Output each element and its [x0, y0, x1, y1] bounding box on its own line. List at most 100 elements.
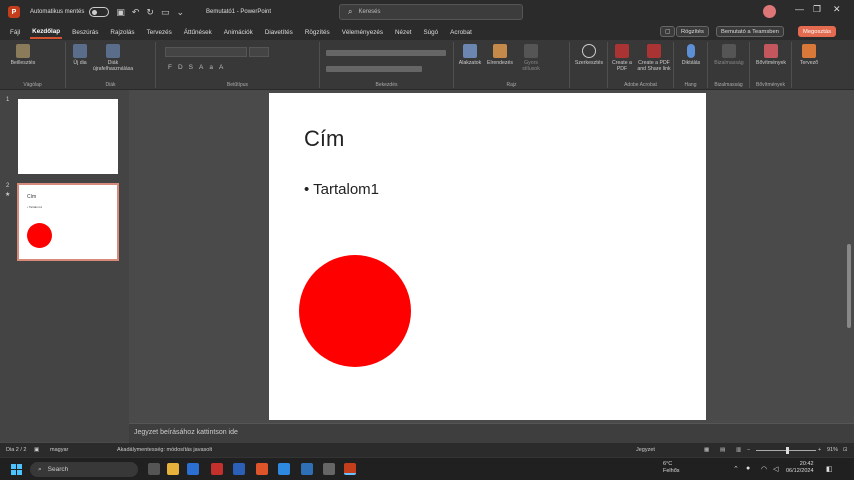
- tab-help[interactable]: Súgó: [421, 27, 440, 38]
- tab-animations[interactable]: Animációk: [222, 27, 255, 38]
- designer-button[interactable]: Tervező: [794, 44, 824, 66]
- tab-acrobat[interactable]: Acrobat: [448, 27, 474, 38]
- slide-sorter-icon[interactable]: ▤: [720, 447, 725, 453]
- word-icon[interactable]: [233, 463, 245, 475]
- fit-slide-icon[interactable]: ⊡: [843, 447, 848, 453]
- vscode-icon[interactable]: [278, 463, 290, 475]
- reading-view-icon[interactable]: ▥: [736, 447, 741, 453]
- volume-icon[interactable]: ◁: [773, 465, 778, 473]
- network-app-icon[interactable]: [301, 463, 313, 475]
- zoom-slider-handle[interactable]: [786, 447, 789, 454]
- windows-start-icon[interactable]: [11, 464, 22, 475]
- powerpoint-logo-icon: P: [8, 6, 20, 18]
- acrobat-icon[interactable]: [211, 463, 223, 475]
- group-sensitivity-label: Bizalmasság: [714, 82, 743, 88]
- teams-present-label: Bemutató a Teamsben: [721, 28, 779, 35]
- tab-draw[interactable]: Rajzolás: [108, 27, 136, 38]
- zoom-level[interactable]: 91%: [827, 447, 838, 453]
- language[interactable]: magyar: [50, 447, 68, 453]
- search-placeholder: Keresés: [358, 9, 381, 15]
- tab-view[interactable]: Nézet: [393, 27, 413, 38]
- minimize-icon[interactable]: —: [795, 4, 804, 14]
- alignment-buttons[interactable]: [326, 66, 422, 72]
- close-icon[interactable]: ✕: [833, 4, 841, 15]
- group-drawing: Alakzatok Elrendezés Gyors stílusok Rajz: [454, 42, 570, 88]
- share-label: Megosztás: [803, 28, 832, 35]
- addins-button[interactable]: Bővítmények: [752, 44, 790, 66]
- designer-label: Tervező: [799, 60, 819, 66]
- notes-toggle[interactable]: Jegyzet: [636, 447, 655, 453]
- font-family-select[interactable]: [165, 47, 247, 57]
- maximize-icon[interactable]: ❐: [813, 4, 821, 15]
- record-button[interactable]: Rögzítés: [676, 26, 709, 37]
- brave-browser-icon[interactable]: [256, 463, 268, 475]
- font-format-buttons[interactable]: FDSAaA: [168, 64, 229, 71]
- editing-button[interactable]: Szerkesztés: [571, 44, 607, 66]
- tab-insert[interactable]: Beszúrás: [70, 27, 100, 38]
- font-size-select[interactable]: [249, 47, 269, 57]
- share-button[interactable]: Megosztás: [798, 26, 837, 37]
- thumbnail-number-1: 1: [6, 97, 10, 103]
- arrange-button[interactable]: Elrendezés: [484, 44, 516, 66]
- teams-present-button[interactable]: Bemutató a Teamsben: [716, 26, 784, 37]
- accessibility-status[interactable]: Akadálymentesség: módosítás javasolt: [117, 447, 212, 453]
- zoom-out-icon[interactable]: −: [747, 447, 750, 453]
- customize-qat-icon[interactable]: ⌄: [176, 7, 184, 18]
- autosave-toggle[interactable]: [89, 7, 110, 17]
- file-explorer-icon[interactable]: [167, 463, 179, 475]
- arrange-label: Elrendezés: [487, 60, 513, 66]
- undo-icon[interactable]: ↶: [132, 7, 140, 18]
- list-buttons[interactable]: [326, 50, 446, 56]
- group-acrobat: Create a PDF Create a PDF and Share link…: [608, 42, 674, 88]
- weather-widget[interactable]: 6°C Felhős: [649, 461, 680, 475]
- zoom-in-icon[interactable]: +: [818, 447, 821, 453]
- tab-slideshow[interactable]: Diavetítés: [263, 27, 295, 38]
- tray-app-icon[interactable]: ●: [746, 465, 750, 472]
- wifi-icon[interactable]: ◠: [761, 465, 767, 473]
- taskbar-search[interactable]: ⌕ Search: [30, 462, 138, 477]
- slide-title[interactable]: Cím: [304, 126, 344, 152]
- tab-record[interactable]: Rögzítés: [303, 27, 332, 38]
- slide-thumbnail-2[interactable]: Cím • Tartalom1: [17, 183, 119, 261]
- notes-pane[interactable]: Jegyzet beírásához kattintson ide: [129, 423, 854, 443]
- slide-canvas[interactable]: Cím • Tartalom1: [269, 93, 706, 420]
- group-voice: Diktálás Hang: [674, 42, 708, 88]
- reuse-slides-button[interactable]: Diák újrafelhasználása: [92, 44, 134, 72]
- media-app-icon[interactable]: [323, 463, 335, 475]
- paste-button[interactable]: Beillesztés: [8, 44, 38, 66]
- tab-design[interactable]: Tervezés: [145, 27, 174, 38]
- tab-review[interactable]: Véleményezés: [340, 27, 385, 38]
- clock-time: 20:42: [799, 461, 814, 467]
- tab-transitions[interactable]: Áttűnések: [182, 27, 214, 38]
- task-view-icon[interactable]: [148, 463, 160, 475]
- scrollbar-thumb[interactable]: [847, 244, 851, 328]
- normal-view-icon[interactable]: ▦: [704, 447, 709, 453]
- spellcheck-icon[interactable]: ▣: [34, 447, 39, 453]
- redo-icon[interactable]: ↻: [146, 7, 154, 18]
- tab-file[interactable]: Fájl: [8, 27, 22, 38]
- comments-icon[interactable]: ▢: [660, 26, 676, 37]
- notification-icon[interactable]: ◧: [826, 465, 833, 473]
- system-clock[interactable]: 20:42 06/12/2024: [786, 461, 814, 475]
- slideshow-start-icon[interactable]: ▭: [161, 7, 170, 18]
- create-pdf-share-button[interactable]: Create a PDF and Share link: [634, 44, 674, 72]
- group-font: FDSAaA Betűtípus: [156, 42, 320, 88]
- tab-home[interactable]: Kezdőlap: [30, 26, 63, 39]
- save-icon[interactable]: ▣: [116, 7, 125, 18]
- sensitivity-button[interactable]: Bizalmasság: [710, 44, 748, 66]
- create-pdf-button[interactable]: Create a PDF: [610, 44, 634, 72]
- new-slide-button[interactable]: Új dia: [68, 44, 92, 66]
- outlook-icon[interactable]: [187, 463, 199, 475]
- dictate-button[interactable]: Diktálás: [676, 44, 706, 66]
- quick-styles-button[interactable]: Gyors stílusok: [516, 44, 546, 72]
- search-input[interactable]: ⌕ Keresés: [339, 4, 523, 20]
- avatar[interactable]: [763, 5, 776, 18]
- red-circle-shape[interactable]: [299, 255, 411, 367]
- group-slides: Új dia Diák újrafelhasználása Diák: [66, 42, 156, 88]
- shapes-button[interactable]: Alakzatok: [455, 44, 485, 66]
- slide-count: Dia 2 / 2: [6, 447, 27, 453]
- slide-thumbnail-1[interactable]: [18, 99, 118, 174]
- powerpoint-taskbar-icon[interactable]: [344, 463, 356, 475]
- slide-bullet[interactable]: • Tartalom1: [304, 181, 379, 198]
- tray-overflow-icon[interactable]: ⌃: [733, 465, 739, 473]
